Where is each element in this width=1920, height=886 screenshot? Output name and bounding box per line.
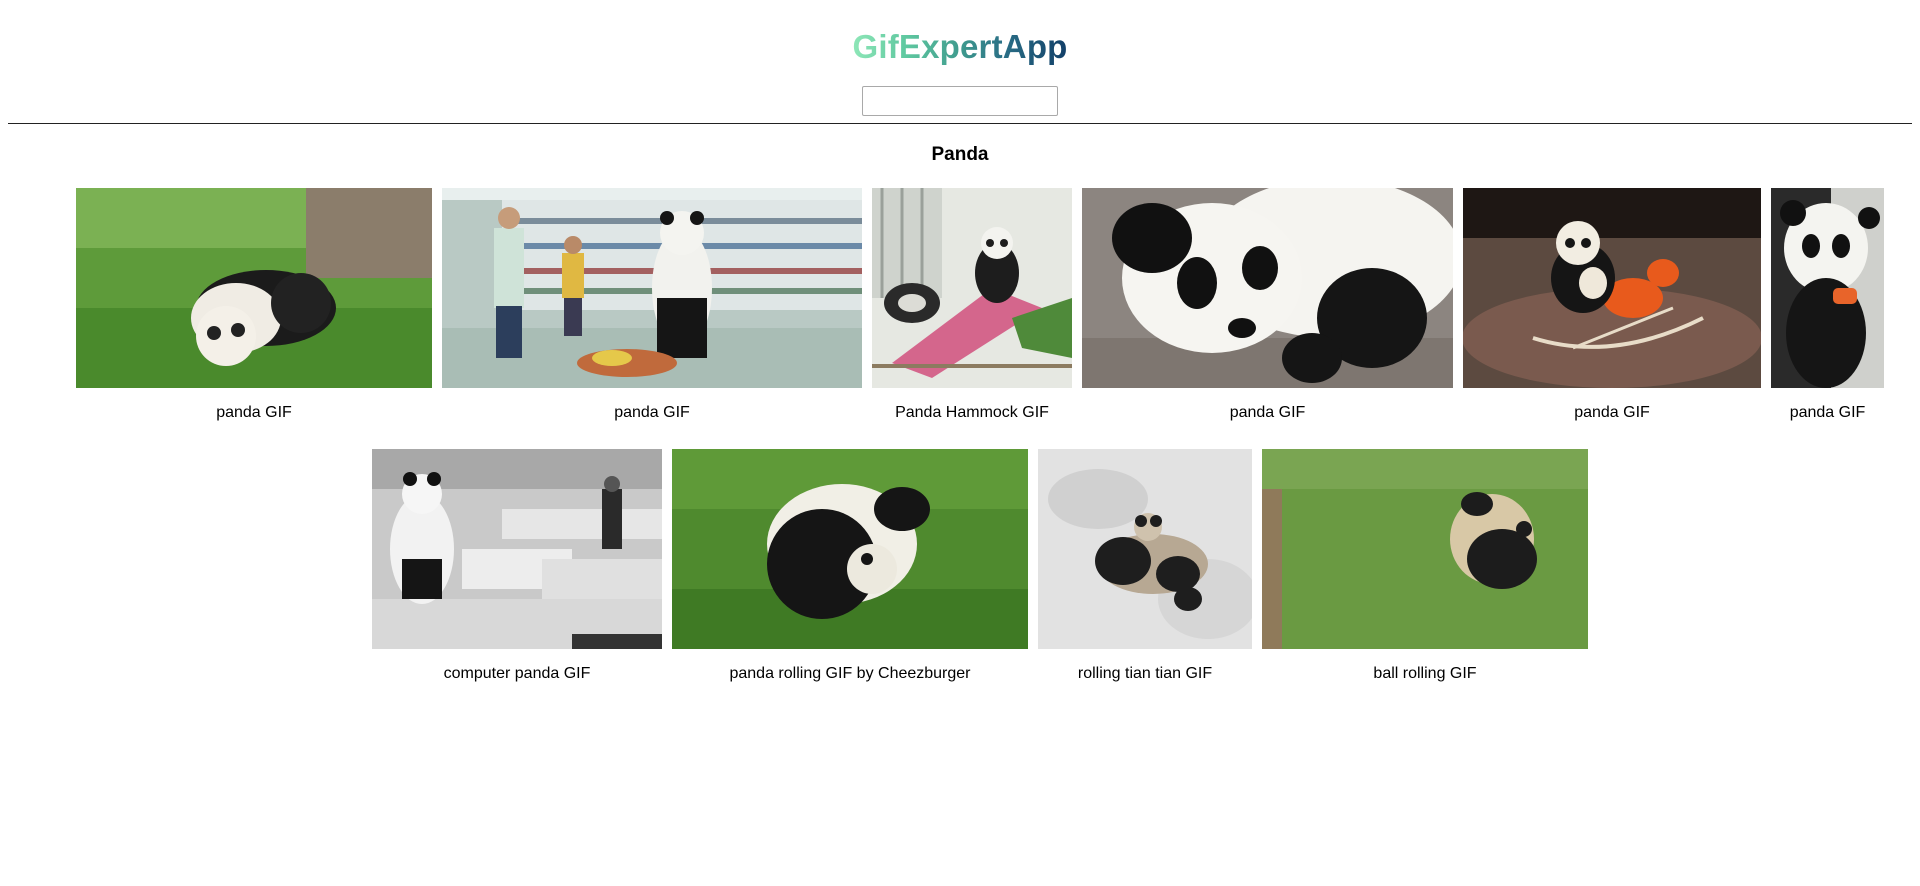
gif-grid: panda GIF panda GIF Panda Hammock GIF pa…: [0, 167, 1920, 867]
gif-title: computer panda GIF: [443, 665, 591, 682]
gif-card[interactable]: panda GIF: [76, 188, 432, 438]
gif-title: panda GIF: [216, 404, 292, 421]
gif-title: rolling tian tian GIF: [1077, 665, 1213, 682]
panda-rolling-grass-image: [672, 449, 1028, 649]
app-title: GifExpertApp: [0, 0, 1920, 67]
gif-title: panda rolling GIF by Cheezburger: [729, 665, 971, 682]
search-input[interactable]: [862, 86, 1058, 116]
panda-supermarket-image: [442, 188, 862, 388]
gif-card[interactable]: panda rolling GIF by Cheezburger: [672, 449, 1028, 699]
panda-eating-image: [1771, 188, 1884, 388]
gif-title: panda GIF: [1789, 404, 1866, 421]
gif-title: panda GIF: [1574, 404, 1650, 421]
panda-lying-image: [1082, 188, 1453, 388]
panda-office-image: [372, 449, 662, 649]
gif-card[interactable]: panda GIF: [442, 188, 862, 438]
search-form: [0, 86, 1920, 116]
panda-ball-rolling-image: [1262, 449, 1588, 649]
gif-card[interactable]: panda GIF: [1082, 188, 1453, 438]
gif-card[interactable]: panda GIF: [1771, 188, 1884, 438]
gif-card[interactable]: Panda Hammock GIF: [872, 188, 1072, 438]
gif-card[interactable]: rolling tian tian GIF: [1038, 449, 1252, 699]
gif-title: panda GIF: [1229, 404, 1306, 421]
gif-title: panda GIF: [614, 404, 690, 421]
gif-card[interactable]: computer panda GIF: [372, 449, 662, 699]
panda-hammock-image: [872, 188, 1072, 388]
panda-grass-image: [76, 188, 432, 388]
app-title-text: GifExpertApp: [852, 28, 1068, 65]
category-title: Panda: [931, 144, 989, 165]
gif-card[interactable]: ball rolling GIF: [1262, 449, 1588, 699]
gif-card[interactable]: panda GIF: [1463, 188, 1761, 438]
gif-title: ball rolling GIF: [1373, 665, 1477, 682]
panda-rocking-horse-image: [1463, 188, 1761, 388]
panda-snow-image: [1038, 449, 1252, 649]
divider: [8, 123, 1912, 124]
gif-title: Panda Hammock GIF: [895, 404, 1049, 421]
